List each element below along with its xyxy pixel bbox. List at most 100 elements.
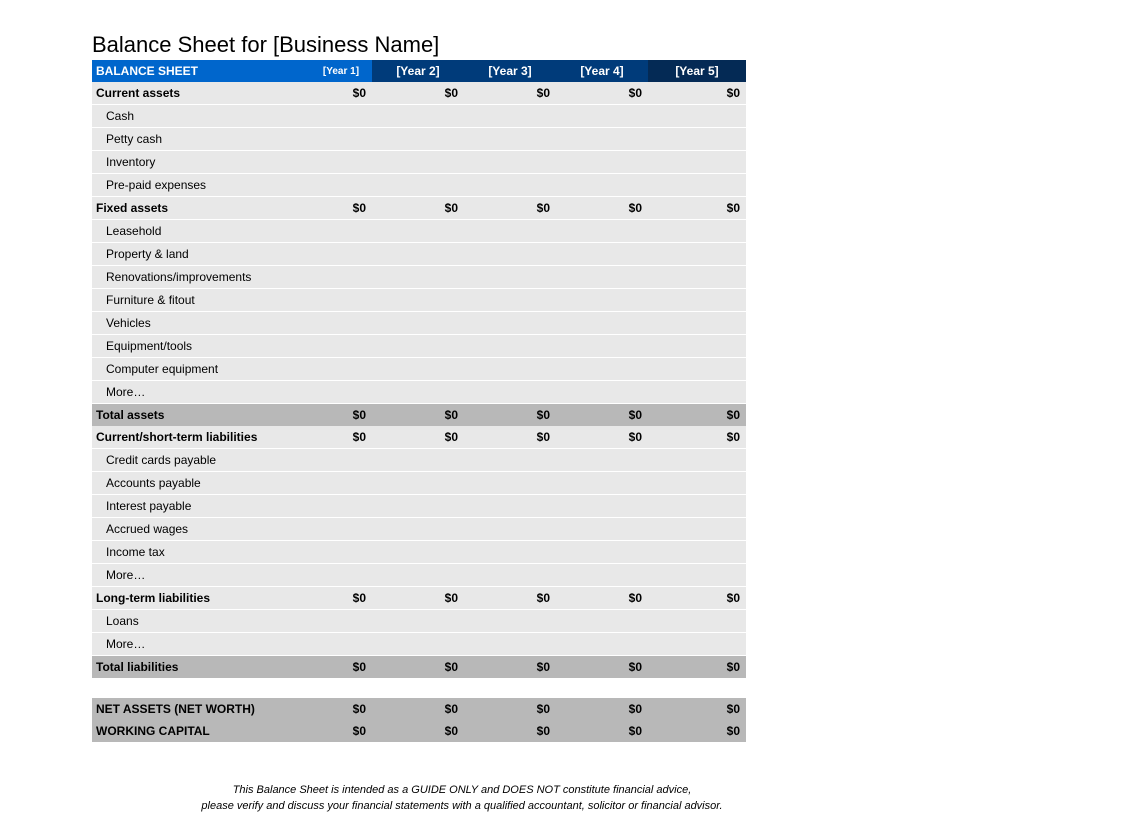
cell bbox=[372, 174, 464, 197]
list-item: Equipment/tools bbox=[92, 335, 746, 358]
cell: $0 bbox=[464, 426, 556, 449]
cell bbox=[648, 289, 746, 312]
spacer-row bbox=[92, 678, 746, 698]
cell: $0 bbox=[556, 587, 648, 610]
cell bbox=[648, 564, 746, 587]
long-term-liabilities-row: Long-term liabilities $0 $0 $0 $0 $0 bbox=[92, 587, 746, 610]
cell bbox=[648, 633, 746, 656]
item-label: Accrued wages bbox=[92, 518, 310, 541]
list-item: Inventory bbox=[92, 151, 746, 174]
cell bbox=[464, 633, 556, 656]
cell bbox=[556, 220, 648, 243]
cell: $0 bbox=[464, 587, 556, 610]
cell bbox=[464, 289, 556, 312]
net-assets-label: NET ASSETS (NET WORTH) bbox=[92, 698, 310, 720]
cell bbox=[310, 174, 372, 197]
cell bbox=[372, 105, 464, 128]
item-label: Interest payable bbox=[92, 495, 310, 518]
cell: $0 bbox=[648, 82, 746, 105]
list-item: Petty cash bbox=[92, 128, 746, 151]
cell bbox=[556, 243, 648, 266]
current-assets-row: Current assets $0 $0 $0 $0 $0 bbox=[92, 82, 746, 105]
cell: $0 bbox=[648, 698, 746, 720]
cell bbox=[464, 220, 556, 243]
cell: $0 bbox=[310, 197, 372, 220]
cell bbox=[648, 495, 746, 518]
cell bbox=[310, 312, 372, 335]
cell: $0 bbox=[464, 698, 556, 720]
cell bbox=[556, 105, 648, 128]
cell: $0 bbox=[464, 656, 556, 679]
cell bbox=[648, 541, 746, 564]
header-year3: [Year 3] bbox=[464, 60, 556, 82]
cell bbox=[556, 472, 648, 495]
item-label: Property & land bbox=[92, 243, 310, 266]
cell bbox=[310, 381, 372, 404]
cell bbox=[648, 610, 746, 633]
cell bbox=[556, 174, 648, 197]
cell: $0 bbox=[464, 82, 556, 105]
cell: $0 bbox=[310, 404, 372, 427]
cell bbox=[648, 472, 746, 495]
cell bbox=[310, 289, 372, 312]
cell: $0 bbox=[310, 698, 372, 720]
cell bbox=[464, 564, 556, 587]
cell: $0 bbox=[372, 698, 464, 720]
item-label: Computer equipment bbox=[92, 358, 310, 381]
cell: $0 bbox=[556, 698, 648, 720]
cell: $0 bbox=[310, 426, 372, 449]
list-item: Furniture & fitout bbox=[92, 289, 746, 312]
list-item: Credit cards payable bbox=[92, 449, 746, 472]
list-item: Interest payable bbox=[92, 495, 746, 518]
cell bbox=[372, 449, 464, 472]
disclaimer-line1: This Balance Sheet is intended as a GUID… bbox=[92, 782, 832, 798]
cell: $0 bbox=[310, 587, 372, 610]
cell bbox=[464, 312, 556, 335]
cell: $0 bbox=[372, 656, 464, 679]
cell bbox=[556, 564, 648, 587]
cell bbox=[464, 495, 556, 518]
cell bbox=[648, 220, 746, 243]
cell bbox=[310, 105, 372, 128]
cell bbox=[372, 541, 464, 564]
header-row: BALANCE SHEET [Year 1] [Year 2] [Year 3]… bbox=[92, 60, 746, 82]
cell bbox=[372, 243, 464, 266]
list-item: Vehicles bbox=[92, 312, 746, 335]
header-year5: [Year 5] bbox=[648, 60, 746, 82]
cell: $0 bbox=[464, 720, 556, 742]
cell bbox=[556, 128, 648, 151]
cell bbox=[464, 243, 556, 266]
item-label: Furniture & fitout bbox=[92, 289, 310, 312]
cell: $0 bbox=[648, 426, 746, 449]
cell bbox=[310, 266, 372, 289]
cell bbox=[648, 312, 746, 335]
cell bbox=[464, 174, 556, 197]
cell bbox=[310, 518, 372, 541]
cell bbox=[648, 381, 746, 404]
cell: $0 bbox=[372, 587, 464, 610]
page-title: Balance Sheet for [Business Name] bbox=[92, 32, 1124, 58]
cell bbox=[648, 105, 746, 128]
cell bbox=[464, 266, 556, 289]
total-assets-row: Total assets $0 $0 $0 $0 $0 bbox=[92, 404, 746, 427]
cell bbox=[310, 243, 372, 266]
list-item: Accounts payable bbox=[92, 472, 746, 495]
cell: $0 bbox=[464, 197, 556, 220]
list-item: Property & land bbox=[92, 243, 746, 266]
item-label: Pre-paid expenses bbox=[92, 174, 310, 197]
cell bbox=[648, 151, 746, 174]
current-assets-label: Current assets bbox=[92, 82, 310, 105]
cell bbox=[372, 633, 464, 656]
cell: $0 bbox=[556, 720, 648, 742]
working-capital-row: WORKING CAPITAL $0 $0 $0 $0 $0 bbox=[92, 720, 746, 742]
cell bbox=[464, 381, 556, 404]
item-label: Petty cash bbox=[92, 128, 310, 151]
list-item: Pre-paid expenses bbox=[92, 174, 746, 197]
cell bbox=[372, 335, 464, 358]
cell bbox=[464, 541, 556, 564]
cell: $0 bbox=[310, 720, 372, 742]
net-assets-row: NET ASSETS (NET WORTH) $0 $0 $0 $0 $0 bbox=[92, 698, 746, 720]
cell: $0 bbox=[372, 404, 464, 427]
cell bbox=[556, 289, 648, 312]
cell bbox=[464, 358, 556, 381]
